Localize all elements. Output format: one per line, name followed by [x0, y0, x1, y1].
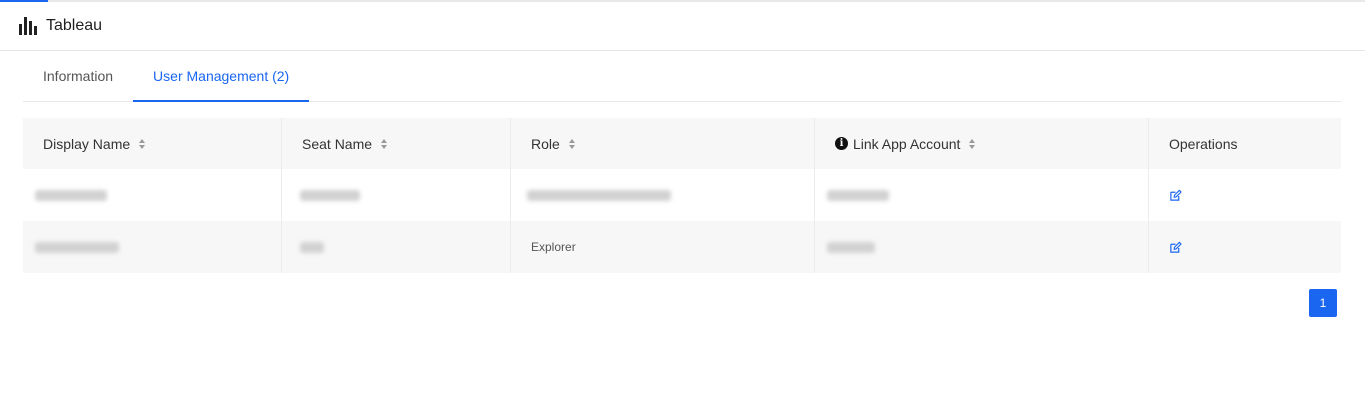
- app-title: Tableau: [46, 17, 103, 34]
- column-header-label: Operations: [1169, 135, 1238, 152]
- edit-icon[interactable]: [1169, 241, 1182, 254]
- user-table: Display Name Seat Name Role i Link App A…: [23, 118, 1341, 273]
- redacted-value: [527, 189, 671, 201]
- tab-bar: Information User Management (2): [23, 51, 1341, 102]
- cell-role: Explorer: [511, 221, 815, 273]
- tab-information[interactable]: Information: [23, 51, 133, 101]
- cell-role: [511, 169, 815, 221]
- cell-operations: [1149, 221, 1341, 273]
- cell-link-app-account: [815, 221, 1149, 273]
- edit-icon[interactable]: [1169, 189, 1182, 202]
- cell-operations: [1149, 169, 1341, 221]
- redacted-value: [300, 241, 324, 253]
- redacted-value: [35, 189, 107, 201]
- cell-display-name: [23, 221, 282, 273]
- sort-icon[interactable]: [381, 138, 388, 149]
- column-header-role[interactable]: Role: [511, 118, 815, 169]
- role-value: Explorer: [531, 240, 576, 254]
- cell-seat-name: [282, 169, 511, 221]
- redacted-value: [35, 241, 119, 253]
- cell-display-name: [23, 169, 282, 221]
- column-header-link-app-account[interactable]: i Link App Account: [815, 118, 1149, 169]
- table-row: [23, 169, 1341, 221]
- cell-seat-name: [282, 221, 511, 273]
- column-header-operations: Operations: [1149, 118, 1341, 169]
- column-header-label: Display Name: [43, 135, 131, 152]
- redacted-value: [827, 189, 889, 201]
- sort-icon[interactable]: [139, 138, 146, 149]
- pagination-page-1[interactable]: 1: [1309, 289, 1337, 317]
- column-header-label: Role: [531, 135, 560, 152]
- bar-chart-icon: [19, 17, 39, 35]
- redacted-value: [300, 189, 360, 201]
- column-header-seat-name[interactable]: Seat Name: [282, 118, 511, 169]
- redacted-value: [827, 241, 875, 253]
- cell-link-app-account: [815, 169, 1149, 221]
- app-header: Tableau: [0, 2, 1365, 51]
- tab-user-management[interactable]: User Management (2): [133, 51, 310, 102]
- table-header-row: Display Name Seat Name Role i Link App A…: [23, 118, 1341, 169]
- sort-icon[interactable]: [969, 138, 976, 149]
- column-header-display-name[interactable]: Display Name: [23, 118, 282, 169]
- table-row: Explorer: [23, 221, 1341, 273]
- sort-icon[interactable]: [568, 138, 575, 149]
- info-icon[interactable]: i: [835, 137, 848, 150]
- column-header-label: Seat Name: [302, 135, 373, 152]
- column-header-label: Link App Account: [853, 135, 961, 152]
